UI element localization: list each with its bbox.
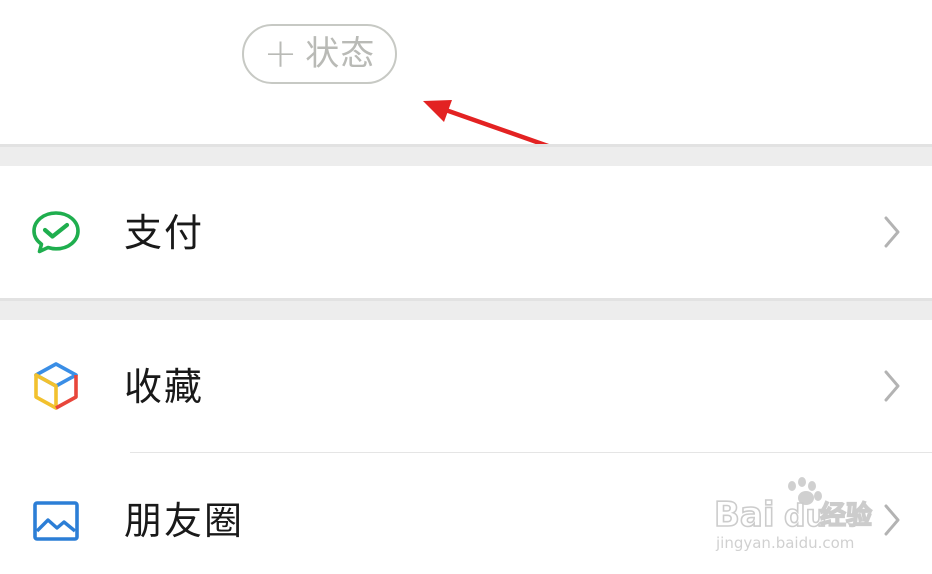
chevron-right-icon <box>884 370 900 402</box>
menu-item-moments-label: 朋友圈 <box>124 499 245 543</box>
menu-item-pay-label: 支付 <box>124 211 205 255</box>
moments-picture-icon <box>33 501 79 541</box>
menu-item-pay[interactable]: 支付 <box>0 166 932 298</box>
menu-item-moments[interactable]: 朋友圈 <box>0 453 932 574</box>
menu-item-favorites[interactable]: 收藏 <box>0 320 932 452</box>
favorites-cube-icon <box>34 362 78 410</box>
menu-item-favorites-label: 收藏 <box>124 365 205 409</box>
pay-section: 支付 <box>0 166 932 298</box>
section-gap <box>0 144 932 166</box>
tools-section: 收藏 朋友圈 <box>0 320 932 574</box>
wechat-pay-icon <box>32 211 80 254</box>
section-gap <box>0 298 932 320</box>
chevron-right-icon <box>884 504 900 536</box>
chevron-right-icon <box>884 216 900 248</box>
